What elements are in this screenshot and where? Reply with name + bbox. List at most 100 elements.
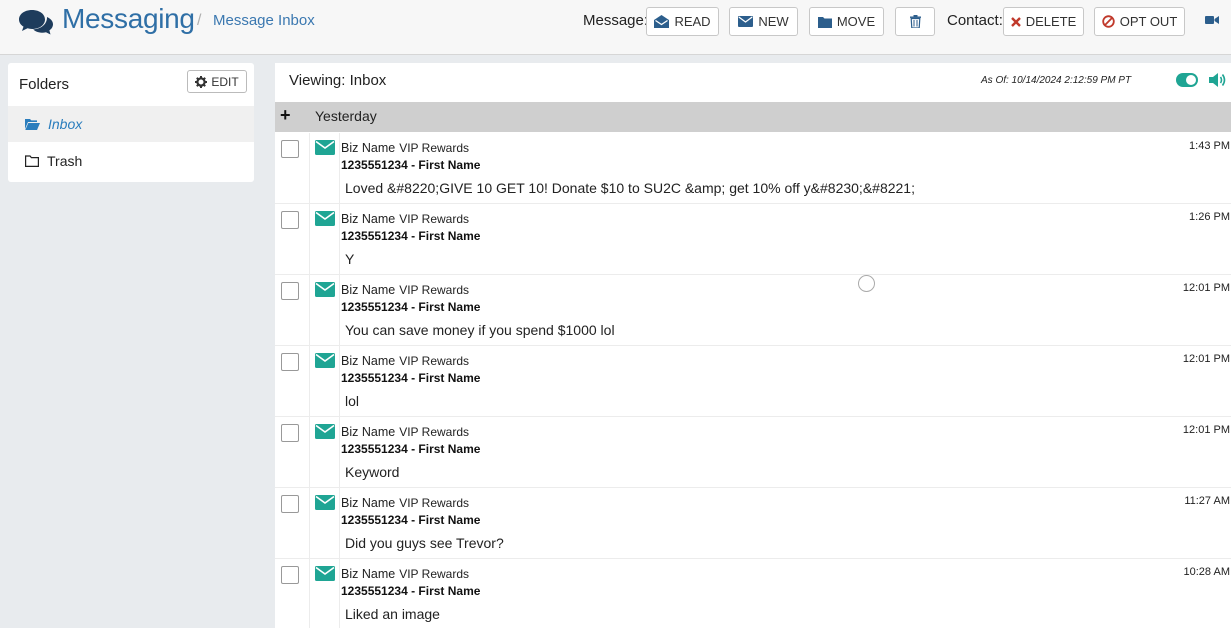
row-checkbox[interactable] <box>281 211 299 229</box>
row-checkbox[interactable] <box>281 282 299 300</box>
message-time: 1:26 PM <box>1189 211 1230 223</box>
group-label: Yesterday <box>315 108 377 124</box>
message-sender: Biz Name VIP Rewards <box>341 425 469 439</box>
row-select-cell <box>275 417 310 488</box>
gear-icon <box>195 75 208 88</box>
row-select-cell <box>275 204 310 275</box>
row-select-cell <box>275 275 310 346</box>
message-row[interactable]: Biz Name VIP Rewards 1235551234 - First Na… <box>275 346 1231 417</box>
message-sender: Biz Name VIP Rewards <box>341 567 469 581</box>
message-contact: 1235551234 - First Name <box>341 371 481 385</box>
message-sender: Biz Name VIP Rewards <box>341 283 469 297</box>
breadcrumb[interactable]: Message Inbox <box>213 12 315 29</box>
message-row[interactable]: Biz Name VIP Rewards 1235551234 - First Na… <box>275 275 1231 346</box>
message-contact: 1235551234 - First Name <box>341 229 481 243</box>
row-checkbox[interactable] <box>281 353 299 371</box>
opt-out-button[interactable]: OPT OUT <box>1094 7 1185 36</box>
row-icon-cell <box>310 488 340 559</box>
folder-item-inbox[interactable]: Inbox <box>8 106 254 142</box>
read-button[interactable]: READ <box>646 7 719 36</box>
group-header-yesterday[interactable]: + Yesterday <box>275 102 1231 132</box>
message-sender: Biz Name VIP Rewards <box>341 141 469 155</box>
message-text: Keyword <box>345 464 400 480</box>
new-button-label: NEW <box>758 14 789 29</box>
move-button-label: MOVE <box>836 14 876 29</box>
message-text: lol <box>345 393 360 409</box>
message-sender: Biz Name VIP Rewards <box>341 354 469 368</box>
message-text: You can save money if you spend $1000 lo… <box>345 322 615 338</box>
contact-actions-label: Contact: <box>947 12 1003 29</box>
message-row[interactable]: Biz Name VIP Rewards 1235551234 - First Na… <box>275 559 1231 628</box>
move-button[interactable]: MOVE <box>809 7 884 36</box>
folder-item-trash[interactable]: Trash <box>8 143 254 179</box>
message-time: 12:01 PM <box>1182 424 1230 436</box>
row-checkbox[interactable] <box>281 424 299 442</box>
opt-out-button-label: OPT OUT <box>1119 14 1178 29</box>
expand-plus-icon[interactable]: + <box>280 105 291 126</box>
row-checkbox[interactable] <box>281 140 299 158</box>
folders-panel: Folders EDIT Inbox Trash <box>8 63 254 182</box>
message-time: 12:01 PM <box>1182 353 1230 365</box>
message-text: Y <box>345 251 355 267</box>
loading-spinner-icon <box>858 275 875 292</box>
message-contact: 1235551234 - First Name <box>341 300 481 314</box>
delete-button-label: DELETE <box>1025 14 1077 29</box>
envelope-icon <box>315 353 335 368</box>
message-row[interactable]: Biz Name VIP Rewards 1235551234 - First Na… <box>275 133 1231 204</box>
message-row[interactable]: Biz Name VIP Rewards 1235551234 - First Na… <box>275 417 1231 488</box>
folders-title: Folders <box>19 76 70 93</box>
message-row[interactable]: Biz Name VIP Rewards 1235551234 - First Na… <box>275 204 1231 275</box>
row-checkbox[interactable] <box>281 495 299 513</box>
sender-name: Biz Name <box>341 141 396 155</box>
row-icon-cell <box>310 204 340 275</box>
close-x-icon <box>1010 16 1021 27</box>
trash-button[interactable] <box>895 7 935 36</box>
read-button-label: READ <box>674 14 711 29</box>
sender-name: Biz Name <box>341 283 396 297</box>
row-icon-cell <box>310 275 340 346</box>
top-header: Messaging / Message Inbox Message: READ … <box>0 0 1231 55</box>
message-row[interactable]: Biz Name VIP Rewards 1235551234 - First Na… <box>275 488 1231 559</box>
envelope-icon <box>315 140 335 155</box>
envelope-icon <box>315 424 335 439</box>
message-time: 10:28 AM <box>1183 566 1230 578</box>
speaker-volume-icon[interactable] <box>1209 72 1227 88</box>
message-time: 12:01 PM <box>1182 282 1230 294</box>
sender-list: VIP Rewards <box>399 354 469 368</box>
auto-refresh-toggle[interactable] <box>1176 73 1198 87</box>
sender-name: Biz Name <box>341 425 396 439</box>
sender-list: VIP Rewards <box>399 283 469 297</box>
sender-list: VIP Rewards <box>399 425 469 439</box>
edit-folders-button[interactable]: EDIT <box>187 70 247 93</box>
folder-item-label: Trash <box>47 153 83 169</box>
message-actions-label: Message: <box>583 12 649 29</box>
row-icon-cell <box>310 559 340 628</box>
message-contact: 1235551234 - First Name <box>341 442 481 456</box>
row-select-cell <box>275 133 310 204</box>
row-select-cell <box>275 488 310 559</box>
video-camera-icon[interactable] <box>1205 15 1219 25</box>
message-text: Loved &#8220;GIVE 10 GET 10! Donate $10 … <box>345 180 915 196</box>
sender-name: Biz Name <box>341 354 396 368</box>
delete-contact-button[interactable]: DELETE <box>1003 7 1084 36</box>
sender-list: VIP Rewards <box>399 141 469 155</box>
message-contact: 1235551234 - First Name <box>341 513 481 527</box>
envelope-icon <box>738 16 754 27</box>
row-checkbox[interactable] <box>281 566 299 584</box>
new-button[interactable]: NEW <box>729 7 798 36</box>
viewing-title: Viewing: Inbox <box>289 72 387 89</box>
sender-name: Biz Name <box>341 567 396 581</box>
message-list-panel: Viewing: Inbox As Of: 10/14/2024 2:12:59… <box>275 63 1231 628</box>
sender-name: Biz Name <box>341 496 396 510</box>
folder-icon <box>817 16 832 28</box>
row-select-cell <box>275 346 310 417</box>
chat-bubbles-icon <box>19 10 53 35</box>
row-icon-cell <box>310 417 340 488</box>
folder-icon <box>25 155 39 167</box>
message-time: 11:27 AM <box>1184 495 1230 507</box>
message-sender: Biz Name VIP Rewards <box>341 496 469 510</box>
as-of-timestamp: As Of: 10/14/2024 2:12:59 PM PT <box>981 75 1132 86</box>
edit-button-label: EDIT <box>211 74 239 89</box>
envelope-icon <box>315 211 335 226</box>
breadcrumb-separator: / <box>197 12 202 29</box>
